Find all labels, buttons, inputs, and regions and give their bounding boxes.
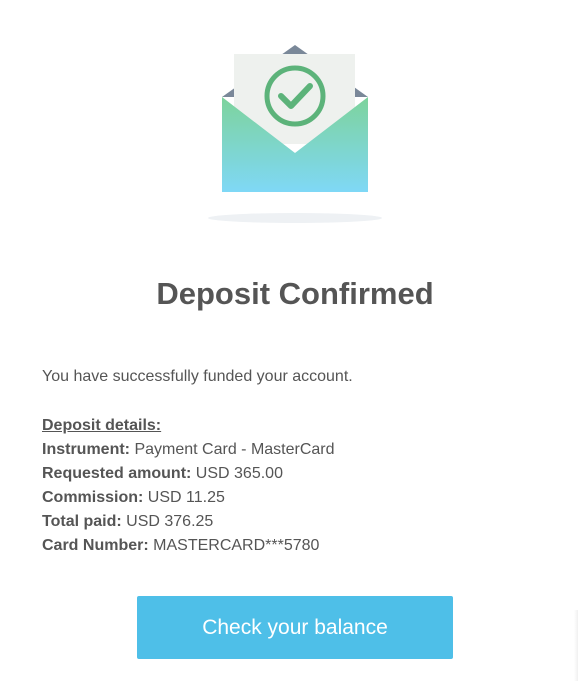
email-page: Deposit Confirmed You have successfully …: [0, 0, 578, 681]
detail-row-commission: Commission: USD 11.25: [42, 486, 335, 510]
detail-row-card-number: Card Number: MASTERCARD***5780: [42, 534, 335, 558]
detail-label: Requested amount:: [42, 465, 192, 482]
page-title: Deposit Confirmed: [156, 276, 434, 311]
detail-value: USD 11.25: [147, 489, 225, 506]
detail-value: MASTERCARD***5780: [153, 537, 320, 554]
edge-shadow: [574, 610, 578, 681]
detail-row-total-paid: Total paid: USD 376.25: [42, 510, 335, 534]
detail-label: Total paid:: [42, 513, 122, 530]
check-balance-button[interactable]: Check your balance: [137, 596, 453, 659]
details-heading: Deposit details:: [42, 417, 162, 434]
detail-label: Instrument:: [42, 441, 130, 458]
detail-value: USD 376.25: [126, 513, 214, 530]
detail-row-instrument: Instrument: Payment Card - MasterCard: [42, 438, 335, 462]
detail-value: USD 365.00: [195, 465, 283, 482]
envelope-checkmark-icon: [200, 40, 390, 230]
detail-label: Commission:: [42, 489, 144, 506]
detail-row-requested-amount: Requested amount: USD 365.00: [42, 462, 335, 486]
detail-value: Payment Card - MasterCard: [134, 441, 335, 458]
deposit-details: Deposit details: Instrument: Payment Car…: [42, 414, 335, 558]
detail-label: Card Number:: [42, 537, 149, 554]
intro-text: You have successfully funded your accoun…: [42, 368, 353, 385]
